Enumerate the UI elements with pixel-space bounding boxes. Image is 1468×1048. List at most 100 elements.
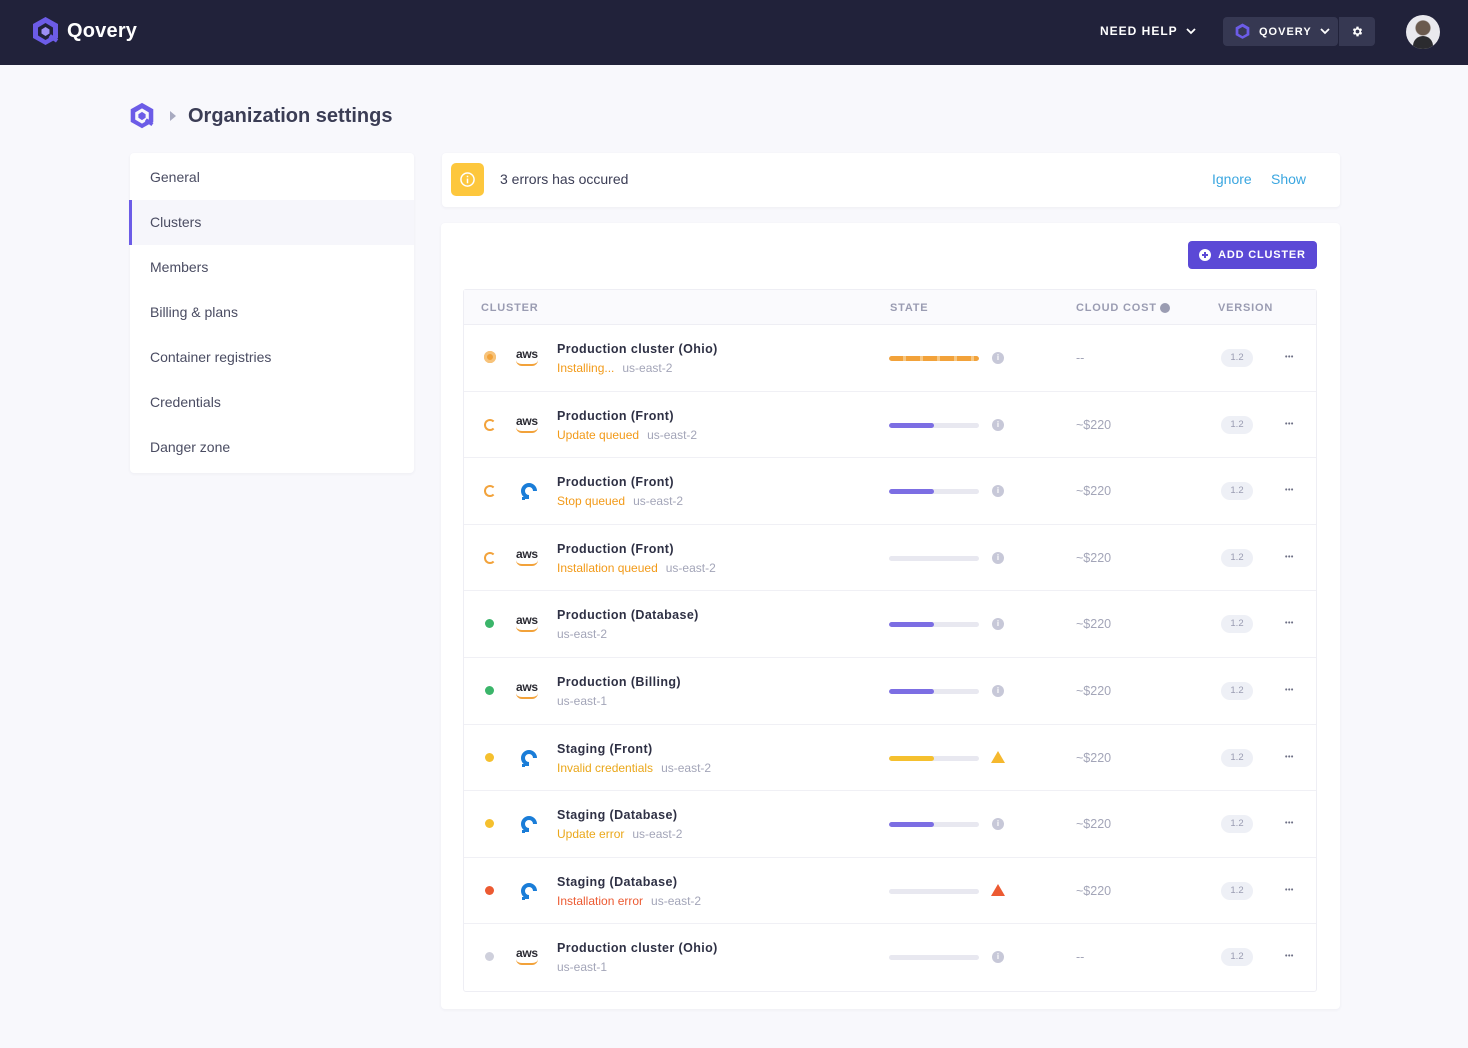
more-options-icon[interactable]: •••	[1285, 953, 1294, 960]
cluster-status-line: Update queued us-east-2	[557, 428, 697, 442]
cluster-name: Staging (Database)	[557, 808, 678, 823]
sidebar-item-clusters[interactable]: Clusters	[129, 200, 414, 245]
more-options-icon[interactable]: •••	[1285, 820, 1294, 827]
cluster-cost: --	[1076, 950, 1085, 965]
cluster-cost: ~$220	[1076, 817, 1112, 832]
settings-button[interactable]	[1339, 17, 1375, 46]
column-header-cost: CLOUD COST	[1076, 302, 1170, 314]
organization-name: QOVERY	[1259, 25, 1312, 38]
info-icon[interactable]: i	[992, 551, 1004, 564]
clusters-table: CLUSTER STATE CLOUD COST VERSION aws Prod…	[463, 289, 1317, 992]
table-row[interactable]: aws Production cluster (Ohio) Installing..…	[464, 325, 1316, 392]
clusters-panel: ADD CLUSTER CLUSTER STATE CLOUD COST VER…	[441, 223, 1340, 1009]
info-icon[interactable]: i	[992, 818, 1004, 831]
aws-logo-icon: aws	[514, 345, 544, 371]
sidebar-item-members[interactable]: Members	[130, 245, 414, 290]
state-progress-fill	[889, 356, 979, 361]
error-icon[interactable]	[991, 883, 1005, 896]
version-badge: 1.2	[1221, 349, 1253, 367]
more-options-icon[interactable]: •••	[1285, 620, 1294, 627]
state-progress-bar	[889, 489, 979, 495]
state-progress-fill	[889, 755, 934, 761]
need-help-menu[interactable]: NEED HELP	[1100, 24, 1196, 38]
info-icon[interactable]: i	[992, 485, 1004, 498]
more-options-icon[interactable]: •••	[1285, 487, 1294, 494]
table-row[interactable]: Staging (Database) Update error us-east-2 i…	[464, 791, 1316, 858]
version-badge: 1.2	[1221, 948, 1253, 967]
qovery-home-icon[interactable]	[128, 102, 156, 130]
ignore-link[interactable]: Ignore	[1212, 171, 1252, 187]
more-options-icon[interactable]: •••	[1285, 421, 1294, 428]
sidebar-item-danger-zone[interactable]: Danger zone	[130, 425, 414, 470]
info-icon[interactable]: i	[992, 951, 1004, 964]
state-progress-bar	[889, 822, 979, 828]
table-row[interactable]: aws Production (Front) Installation queued…	[464, 525, 1316, 592]
table-row[interactable]: Staging (Database) Installation error us-e…	[464, 858, 1316, 925]
status-running-icon	[485, 685, 494, 695]
cluster-name: Production (Database)	[557, 608, 699, 623]
cluster-region: us-east-2	[633, 494, 684, 509]
sidebar-item-general[interactable]: General	[130, 155, 414, 200]
table-row[interactable]: aws Production cluster (Ohio) us-east-1 i --…	[464, 924, 1316, 991]
qovery-logo-icon	[33, 17, 59, 45]
aws-logo-icon: aws	[514, 412, 544, 438]
version-badge: 1.2	[1221, 681, 1253, 700]
more-options-icon[interactable]: •••	[1285, 554, 1294, 561]
column-header-version: VERSION	[1218, 302, 1274, 314]
info-icon[interactable]: i	[992, 618, 1004, 631]
more-options-icon[interactable]: •••	[1285, 887, 1294, 894]
status-queued-icon	[484, 485, 496, 498]
version-badge: 1.2	[1221, 415, 1253, 434]
cluster-region: us-east-2	[622, 361, 673, 375]
sidebar-item-credentials[interactable]: Credentials	[130, 380, 414, 425]
state-progress-bar	[889, 555, 979, 561]
more-options-icon[interactable]: •••	[1285, 754, 1294, 761]
sidebar-item-container-registries[interactable]: Container registries	[130, 335, 414, 380]
status-error-icon	[485, 885, 494, 895]
warning-icon[interactable]	[991, 750, 1005, 763]
table-row[interactable]: Staging (Front) Invalid credentials us-eas…	[464, 725, 1316, 792]
digitalocean-logo-icon	[514, 811, 544, 837]
cluster-name: Staging (Front)	[557, 741, 653, 756]
user-avatar[interactable]	[1406, 15, 1440, 49]
status-queued-icon	[484, 418, 496, 431]
table-row[interactable]: Production (Front) Stop queued us-east-2 i ~…	[464, 458, 1316, 525]
table-body: aws Production cluster (Ohio) Installing..…	[464, 325, 1316, 991]
more-options-icon[interactable]: •••	[1285, 354, 1294, 361]
cluster-cost: ~$220	[1076, 617, 1112, 632]
plus-icon	[1199, 249, 1212, 261]
cluster-status-line: Installing... us-east-2	[557, 361, 672, 375]
status-message: Update queued	[557, 427, 640, 442]
info-icon[interactable]	[1159, 303, 1170, 313]
show-link[interactable]: Show	[1271, 171, 1306, 187]
state-progress-bar	[889, 422, 979, 428]
state-progress-bar	[889, 688, 979, 694]
table-row[interactable]: aws Production (Billing) us-east-1 i ~$220 1.…	[464, 658, 1316, 725]
cluster-region: us-east-2	[647, 427, 698, 442]
error-alert-banner: 3 errors has occured Ignore Show	[442, 153, 1340, 207]
info-icon[interactable]: i	[992, 418, 1004, 431]
more-options-icon[interactable]: •••	[1285, 687, 1294, 694]
cluster-name: Production cluster (Ohio)	[557, 342, 718, 356]
version-badge: 1.2	[1221, 482, 1253, 501]
version-badge: 1.2	[1221, 615, 1253, 634]
page-title: Organization settings	[188, 104, 393, 127]
info-icon[interactable]: i	[992, 352, 1004, 364]
cluster-region: us-east-2	[557, 627, 608, 642]
status-installing-icon	[484, 351, 496, 363]
sidebar-item-billing[interactable]: Billing & plans	[130, 290, 414, 335]
alert-message: 3 errors has occured	[500, 171, 629, 187]
info-icon[interactable]: i	[992, 684, 1004, 697]
state-progress-bar	[889, 888, 979, 894]
info-icon	[451, 163, 484, 196]
organization-switcher[interactable]: QOVERY	[1223, 17, 1338, 46]
qovery-logo[interactable]: Qovery	[30, 16, 137, 47]
cluster-name: Staging (Database)	[557, 874, 678, 889]
cluster-status-line: us-east-1	[557, 694, 607, 708]
cluster-status-line: Installation error us-east-2	[557, 894, 701, 908]
chevron-down-icon	[1320, 28, 1330, 35]
table-row[interactable]: aws Production (Front) Update queued us-eas…	[464, 392, 1316, 459]
add-cluster-button[interactable]: ADD CLUSTER	[1188, 241, 1317, 269]
table-row[interactable]: aws Production (Database) us-east-2 i ~$220 1…	[464, 591, 1316, 658]
digitalocean-logo-icon	[514, 745, 544, 771]
